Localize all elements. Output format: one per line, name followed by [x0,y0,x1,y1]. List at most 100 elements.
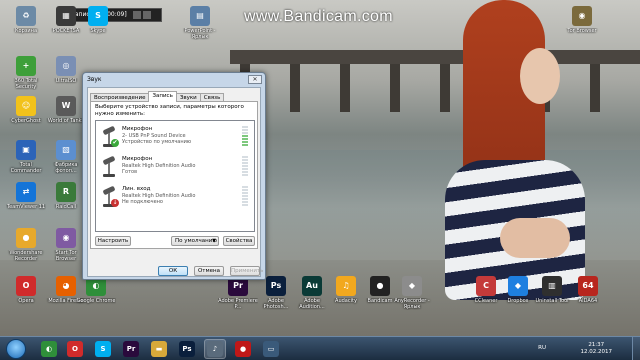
wot-icon: W [56,96,76,116]
ok-button[interactable]: ОК [158,266,188,276]
level-meter-segment [242,171,248,173]
desktop-icon[interactable]: R RaidCall [46,182,86,216]
desktop-icon-label: AnyRecorder - Ярлык [394,298,430,310]
device-name: Микрофон [122,156,153,162]
apply-button[interactable]: Применить [230,266,263,276]
pause-icon[interactable] [133,11,141,19]
default-select[interactable]: По умолчанию ▼ [171,236,219,246]
show-desktop-button[interactable] [632,337,640,360]
desktop-icon[interactable]: ♻ Корзина [6,6,46,40]
taskbar-app-glyph: Pr [123,341,139,357]
wallpaper-face [520,48,560,104]
wallpaper-pier [230,40,640,112]
close-icon[interactable]: ✕ [248,75,262,84]
level-meter-segment [242,189,248,191]
bandicam-watermark: www.Bandicam.com [244,8,393,25]
desktop-icon-label: Adobe Photosh... [263,298,289,310]
desktop-icon-label: TeamViewer 11 [6,204,46,210]
sound-taskbar-icon[interactable]: ♪ [204,339,226,359]
stop-icon[interactable] [143,11,151,19]
opera-icon: O [16,276,36,296]
firefox-icon: ◕ [56,276,76,296]
tab-recording[interactable]: Запись [148,91,177,102]
level-meter-segment [242,135,248,137]
desktop-icon[interactable]: ◉ Tor Browser [562,6,602,40]
sound-dialog: Звук ✕ Воспроизведение Запись Звуки Связ… [82,72,266,280]
device-item[interactable]: ↓ Лин. вход Realtek High Definition Audio Н… [98,184,252,212]
uninstall-icon: ▥ [542,276,562,296]
folder-taskbar-icon[interactable]: ▬ [148,339,170,359]
chrome-taskbar-icon[interactable]: ◐ [38,339,60,359]
microphone-icon: ✔ [100,125,119,148]
desktop-icon[interactable]: ☺ CyberGhost [6,96,46,130]
device-item[interactable]: ✔ Микрофон 2- USB PnP Sound Device Устройст… [98,124,252,152]
desktop-icon[interactable]: O Opera [6,276,46,310]
raidcall-icon: R [56,182,76,202]
shortcut-icon: ▤ [190,6,210,26]
desktop-icon[interactable]: ▤ PowerPoint - Ярлык [180,6,220,40]
desktop-icon[interactable]: Pr Adobe Premiere P... [218,276,258,310]
desktop-icon[interactable]: ◆ AnyRecorder - Ярлык [392,276,432,310]
level-meter-segment [242,159,248,161]
device-list: ✔ Микрофон 2- USB PnP Sound Device Устройст… [95,120,255,232]
device-status: Готов [122,169,138,175]
desktop-icon[interactable]: Ps Adobe Photosh... [256,276,296,310]
desktop-icon[interactable]: 64 AIDA64 [568,276,608,310]
desktop-icon[interactable]: ◉ Start Tor Browser [46,228,86,262]
desktop-icon-label: Adobe Premiere P... [218,298,258,310]
desktop-icon-label: Wondershare Recorder [9,250,43,262]
clock[interactable]: 21:37 12.02.2017 [581,342,613,356]
desktop-icon-label: AIDA64 [578,298,598,304]
desktop-icon[interactable]: ⇄ TeamViewer 11 [6,182,46,216]
level-meter-segment [242,132,248,134]
shield-icon: + [16,56,36,76]
start-button[interactable] [6,339,26,359]
photo-icon: ▧ [56,140,76,160]
level-meter-segment [242,138,248,140]
desktop-icon[interactable]: W World of Tanks [46,96,86,130]
desktop-icon[interactable]: ◐ Google Chrome [76,276,116,310]
device-item[interactable]: Микрофон Realtek High Definition Audio Гот… [98,154,252,182]
ccleaner-icon: C [476,276,496,296]
level-meter-segment [242,174,248,176]
device-status: Не подключено [122,199,163,205]
level-meter [242,156,248,176]
desktop-icon-label: World of Tanks [47,118,85,124]
desktop-icon-label: CyberGhost [11,118,41,124]
desktop-icon-label: Opera [18,298,34,304]
properties-button[interactable]: Свойства [223,236,255,246]
default-check-icon: ✔ [111,139,119,147]
bandicam-taskbar-icon[interactable]: ● [232,339,254,359]
premiere-taskbar-icon[interactable]: Pr [120,339,142,359]
desktop-icon[interactable]: +360 Total Security [6,56,46,90]
desktop-icon[interactable]: ▧ Фабрика фотоп... [46,140,86,174]
configure-button[interactable]: Настроить [95,236,131,246]
photoshop-taskbar-icon[interactable]: Ps [176,339,198,359]
desktop-icon[interactable]: ● Wondershare Recorder [6,228,46,262]
desktop-icon[interactable]: S Skype [78,6,118,40]
monitor-taskbar-icon[interactable]: ▭ [260,339,282,359]
device-status: Устройство по умолчанию [122,139,192,145]
wallpaper-arm [500,218,570,258]
recycle-bin-icon: ♻ [16,6,36,26]
teamviewer-icon: ⇄ [16,182,36,202]
level-meter-segment [242,192,248,194]
desktop-icon[interactable]: ▥ Uninstall Tool [532,276,572,310]
microphone-icon: ↓ [100,185,119,208]
level-meter-segment [242,195,248,197]
aida64-icon: 64 [578,276,598,296]
skype-taskbar-icon[interactable]: S [92,339,114,359]
dropbox-icon: ◆ [508,276,528,296]
taskbar-app-glyph: ▬ [151,341,167,357]
level-meter-segment [242,141,248,143]
taskbar-app-glyph: ▭ [263,341,279,357]
language-indicator[interactable]: RU [538,345,546,351]
level-meter-segment [242,186,248,188]
desktop-icon[interactable]: ◎ UltraISO [46,56,86,90]
desktop-icon[interactable]: ▣ Total Commander [6,140,46,174]
cancel-button[interactable]: Отмена [194,266,224,276]
opera-taskbar-icon[interactable]: O [64,339,86,359]
taskbar-app-glyph: ● [235,341,251,357]
desktop-icon-label: 360 Total Security [14,78,38,90]
desktop-icon-label: Корзина [14,28,38,34]
